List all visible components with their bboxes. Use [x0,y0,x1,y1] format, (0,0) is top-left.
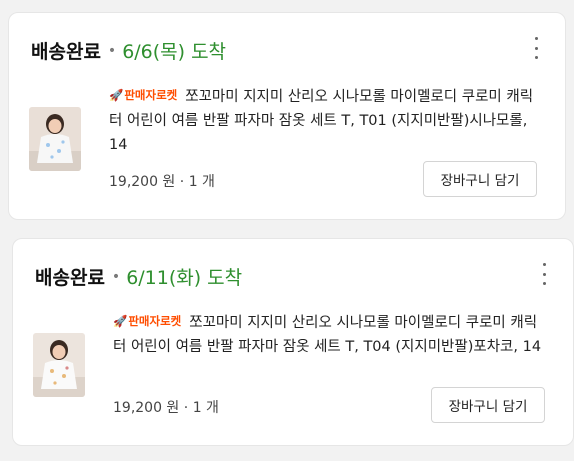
rocket-icon: 🚀 [113,314,128,328]
order-card: 배송완료 • 6/11(화) 도착 🚀 판매자로켓 쪼꼬마미 지지미 산리오 시나모… [12,238,574,446]
price-quantity: 19,200 원 · 1 개 [109,171,215,191]
product-title[interactable]: 🚀 판매자로켓 쪼꼬마미 지지미 산리오 시나모롤 마이멜로디 쿠로미 캐릭터 어린… [113,309,543,359]
arrival-label: 도착 [207,267,243,289]
product-title[interactable]: 🚀 판매자로켓 쪼꼬마미 지지미 산리오 시나모롤 마이멜로디 쿠로미 캐릭터 어린… [109,83,539,157]
arrival-date: 6/6(목) [122,41,186,63]
rocket-icon: 🚀 [109,88,124,102]
status-label: 배송완료 [35,267,105,289]
price: 19,200 원 [109,174,176,190]
add-to-cart-button[interactable]: 장바구니 담기 [431,387,545,423]
more-options-icon[interactable] [537,263,551,285]
quantity: 1 개 [192,400,219,416]
delivery-status: 배송완료 • 6/11(화) 도착 [35,263,242,290]
separator-dot: • [111,268,121,285]
add-to-cart-button[interactable]: 장바구니 담기 [423,161,537,197]
order-card: 배송완료 • 6/6(목) 도착 🚀 판매자로켓 쪼꼬마미 지지미 산리오 시나모롤… [8,12,566,220]
seller-rocket-badge: 🚀 판매자로켓 [113,309,181,333]
badge-label: 판매자로켓 [128,314,182,328]
arrival-date: 6/11(화) [126,267,202,289]
more-options-icon[interactable] [529,37,543,59]
price-quantity: 19,200 원 · 1 개 [113,397,219,417]
arrival-label: 도착 [191,41,227,63]
status-label: 배송완료 [31,41,101,63]
badge-label: 판매자로켓 [124,88,178,102]
product-thumbnail[interactable] [33,333,85,397]
seller-rocket-badge: 🚀 판매자로켓 [109,83,177,107]
qty-separator: · [179,174,185,190]
product-thumbnail[interactable] [29,107,81,171]
qty-separator: · [183,400,189,416]
delivery-status: 배송완료 • 6/6(목) 도착 [31,37,226,64]
price: 19,200 원 [113,400,180,416]
separator-dot: • [107,42,117,59]
quantity: 1 개 [188,174,215,190]
